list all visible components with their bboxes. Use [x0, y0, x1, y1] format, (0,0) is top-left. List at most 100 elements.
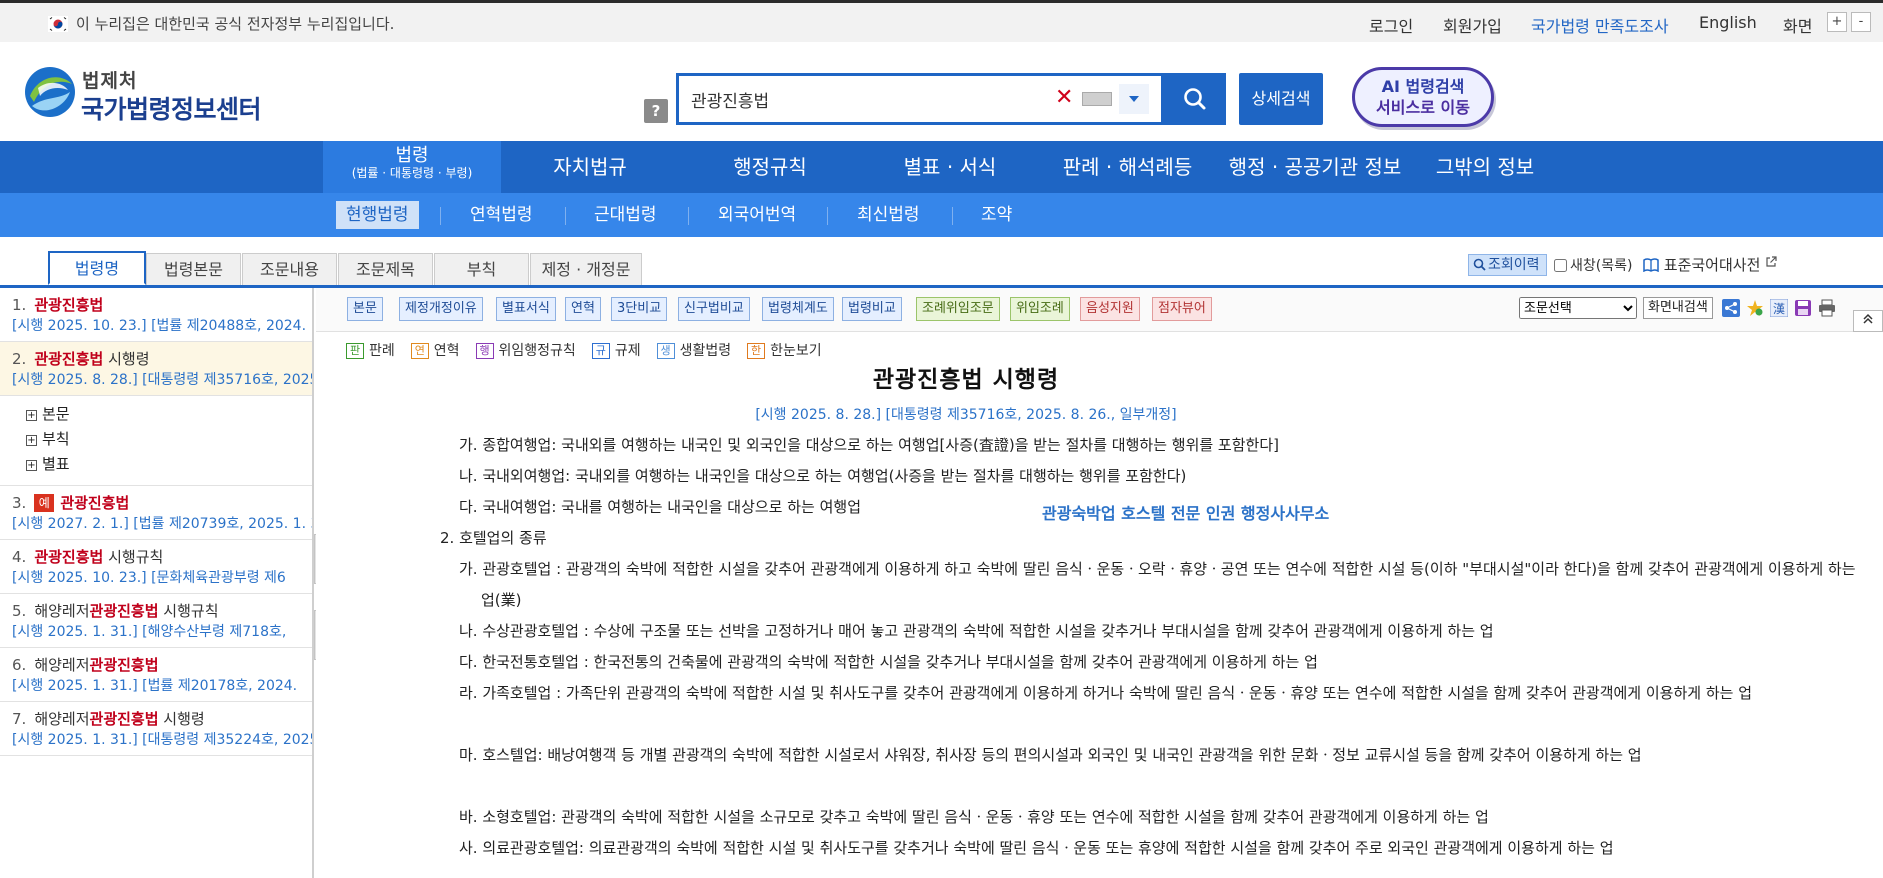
tab-addenda[interactable]: 부칙: [434, 253, 529, 285]
login-link[interactable]: 로그인: [1369, 13, 1413, 37]
sub-nav-latest-laws[interactable]: 최신법령: [857, 201, 920, 229]
toolbar-button[interactable]: 조례위임조문: [916, 297, 1000, 321]
logo-title[interactable]: 국가법령정보센터: [81, 90, 262, 126]
english-link[interactable]: English: [1699, 13, 1757, 32]
toolbar-button[interactable]: 음성지원: [1080, 297, 1140, 321]
law-text-line: 가. 관광호텔업 : 관광객의 숙박에 적합한 시설을 갖추어 관광객에게 이용…: [459, 554, 1861, 616]
view-history-button[interactable]: 조회이력: [1468, 254, 1547, 276]
legend-label: 연혁: [433, 343, 460, 359]
bookmark-star-icon[interactable]: [1746, 299, 1764, 317]
search-input[interactable]: [691, 86, 1031, 112]
main-nav-other-info[interactable]: 그밖의 정보: [1425, 141, 1545, 193]
result-item-3[interactable]: 3. 예 관광진흥법 [시행 2027. 2. 1.] [법률 제20739호, 2…: [0, 486, 312, 540]
zoom-in-button[interactable]: +: [1827, 12, 1847, 32]
toolbar-button[interactable]: 법령비교: [842, 297, 902, 321]
result-item-2[interactable]: 2. 관광진흥법 시행령 [시행 2025. 8. 28.] [대통령령 제357…: [0, 342, 312, 396]
find-in-page-button[interactable]: 화면내검색: [1643, 297, 1713, 319]
tab-law-body[interactable]: 법령본문: [146, 253, 241, 285]
zoom-out-button[interactable]: -: [1851, 12, 1871, 32]
expand-icon: +: [26, 410, 37, 421]
new-window-option[interactable]: 새창(목록): [1554, 255, 1632, 275]
sub-nav-translations[interactable]: 외국어번역: [718, 201, 796, 229]
toolbar-button[interactable]: 신구법비교: [678, 297, 750, 321]
legend-item[interactable]: 연 연혁: [410, 340, 460, 360]
search-help-button[interactable]: ?: [644, 99, 668, 123]
ad-banner-text[interactable]: 관광숙박업 호스텔 전문 인권 행정사사무소: [1042, 500, 1329, 524]
legend-item[interactable]: 한 한눈보기: [747, 340, 822, 360]
tab-article-title[interactable]: 조문제목: [338, 253, 433, 285]
article-select[interactable]: 조문선택: [1519, 297, 1637, 319]
result-number: 2.: [12, 350, 27, 368]
legend-item[interactable]: 생 생활법령: [656, 340, 731, 360]
result-item-1[interactable]: 1. 관광진흥법 [시행 2025. 10. 23.] [법률 제20488호, …: [0, 288, 312, 342]
result-item-5[interactable]: 5. 해양레저관광진흥법 시행규칙 [시행 2025. 1. 31.] [해양수산…: [0, 594, 312, 648]
sub-nav-modern-laws[interactable]: 근대법령: [594, 201, 657, 229]
sub-nav-current-laws[interactable]: 현행법령: [336, 201, 419, 229]
signup-link[interactable]: 회원가입: [1443, 13, 1502, 37]
book-icon: [1643, 258, 1659, 273]
save-icon[interactable]: [1794, 299, 1812, 317]
tree-item-appendix[interactable]: + 별표: [26, 452, 312, 477]
law-text-line: 2. 호텔업의 종류: [440, 523, 1842, 554]
scroll-to-top-button[interactable]: [1853, 310, 1883, 332]
moleg-logo-icon[interactable]: [24, 66, 76, 118]
dictionary-label: 표준국어대사전: [1663, 256, 1761, 274]
result-title-highlight: 관광진흥법: [89, 602, 159, 620]
sub-nav-divider: [440, 207, 441, 225]
result-item-4[interactable]: 4. 관광진흥법 시행규칙 [시행 2025. 10. 23.] [문화체육관광부…: [0, 540, 312, 594]
legend-glyph-icon: 행: [475, 343, 494, 359]
section-heading: 2. 호텔업의 종류: [440, 529, 547, 547]
main-nav-precedents[interactable]: 판례 · 해석례등: [1055, 141, 1200, 193]
satisfaction-survey-link[interactable]: 국가법령 만족도조사: [1531, 13, 1669, 37]
print-icon[interactable]: [1818, 299, 1836, 317]
clause-text: 가. 종합여행업: 국내외를 여행하는 내국인 및 외국인을 대상으로 하는 여…: [459, 436, 1279, 454]
law-enforcement-info: [시행 2025. 8. 28.] [대통령령 제35716호, 2025. 8…: [755, 407, 1177, 423]
tree-item-addenda[interactable]: + 부칙: [26, 427, 312, 452]
toolbar-button[interactable]: 점자뷰어: [1152, 297, 1212, 321]
result-title-suffix: 시행규칙: [158, 602, 219, 620]
toolbar-button[interactable]: 제정개정이유: [399, 297, 483, 321]
search-dropdown-button[interactable]: [1119, 84, 1149, 114]
result-meta: [시행 2025. 8. 28.] [대통령령 제35716호, 2025. 8…: [12, 372, 312, 388]
hanja-icon[interactable]: 漢: [1770, 299, 1788, 317]
result-item-6[interactable]: 6. 해양레저관광진흥법 [시행 2025. 1. 31.] [법률 제20178…: [0, 648, 312, 702]
clause-text: 나. 국내외여행업: 국내외를 여행하는 내국인을 대상으로 하는 여행업(사증…: [459, 467, 1187, 485]
virtual-keyboard-icon[interactable]: [1082, 92, 1112, 106]
search-button[interactable]: [1164, 73, 1226, 125]
law-title: 관광진흥법 시행령: [872, 367, 1060, 393]
result-title-prefix: 해양레저: [34, 656, 90, 674]
main-nav-public-agency-info[interactable]: 행정 · 공공기관 정보: [1215, 141, 1415, 193]
main-nav-admin-rules[interactable]: 행정규칙: [710, 141, 830, 193]
toolbar-button[interactable]: 연혁: [565, 297, 601, 321]
toolbar-button[interactable]: 위임조례: [1010, 297, 1070, 321]
ai-search-button[interactable]: AI 법령검색 서비스로 이동: [1352, 67, 1494, 127]
new-window-checkbox[interactable]: [1554, 259, 1567, 272]
result-title-highlight: 관광진흥법: [89, 656, 159, 674]
main-nav-laws-subtitle: (법률 · 대통령령 · 부령): [351, 166, 473, 180]
tab-enactment-amendment[interactable]: 제정 · 개정문: [530, 253, 642, 285]
tab-article-content[interactable]: 조문내용: [242, 253, 337, 285]
main-nav-local-laws[interactable]: 자치법규: [530, 141, 650, 193]
clear-search-icon[interactable]: ✕: [1055, 85, 1073, 111]
tree-item-body[interactable]: + 본문: [26, 402, 312, 427]
toolbar-button[interactable]: 본문: [347, 297, 383, 321]
toolbar-button[interactable]: 3단비교: [611, 297, 668, 321]
dictionary-link[interactable]: 표준국어대사전: [1643, 254, 1777, 275]
detailed-search-button[interactable]: 상세검색: [1239, 73, 1323, 125]
sub-nav-treaties[interactable]: 조약: [981, 201, 1012, 229]
sub-nav-history-laws[interactable]: 연혁법령: [470, 201, 533, 229]
result-item-7[interactable]: 7. 해양레저관광진흥법 시행령 [시행 2025. 1. 31.] [대통령령 …: [0, 702, 312, 756]
legend-item[interactable]: 판 판례: [346, 340, 395, 360]
legend-item[interactable]: 규 규제: [591, 340, 641, 360]
logo-subtitle: 법제처: [82, 70, 138, 92]
toolbar-button[interactable]: 법령체계도: [762, 297, 834, 321]
share-icon[interactable]: [1722, 299, 1740, 317]
legend-item[interactable]: 행 위임행정규칙: [475, 340, 576, 360]
main-nav-forms[interactable]: 별표 · 서식: [880, 141, 1020, 193]
reference-legend: 판 판례 연 연혁 행 위임행정규칙 규 규제 생 생활법령 한 한눈보기: [346, 340, 838, 360]
screen-zoom-label: 화면: [1783, 17, 1813, 36]
tab-law-name[interactable]: 법령명: [48, 251, 146, 285]
toolbar-button[interactable]: 별표서식: [496, 297, 556, 321]
document-tree: + 본문 + 부칙 + 별표: [0, 396, 312, 486]
main-nav-laws[interactable]: 법령 (법률 · 대통령령 · 부령): [323, 141, 501, 193]
